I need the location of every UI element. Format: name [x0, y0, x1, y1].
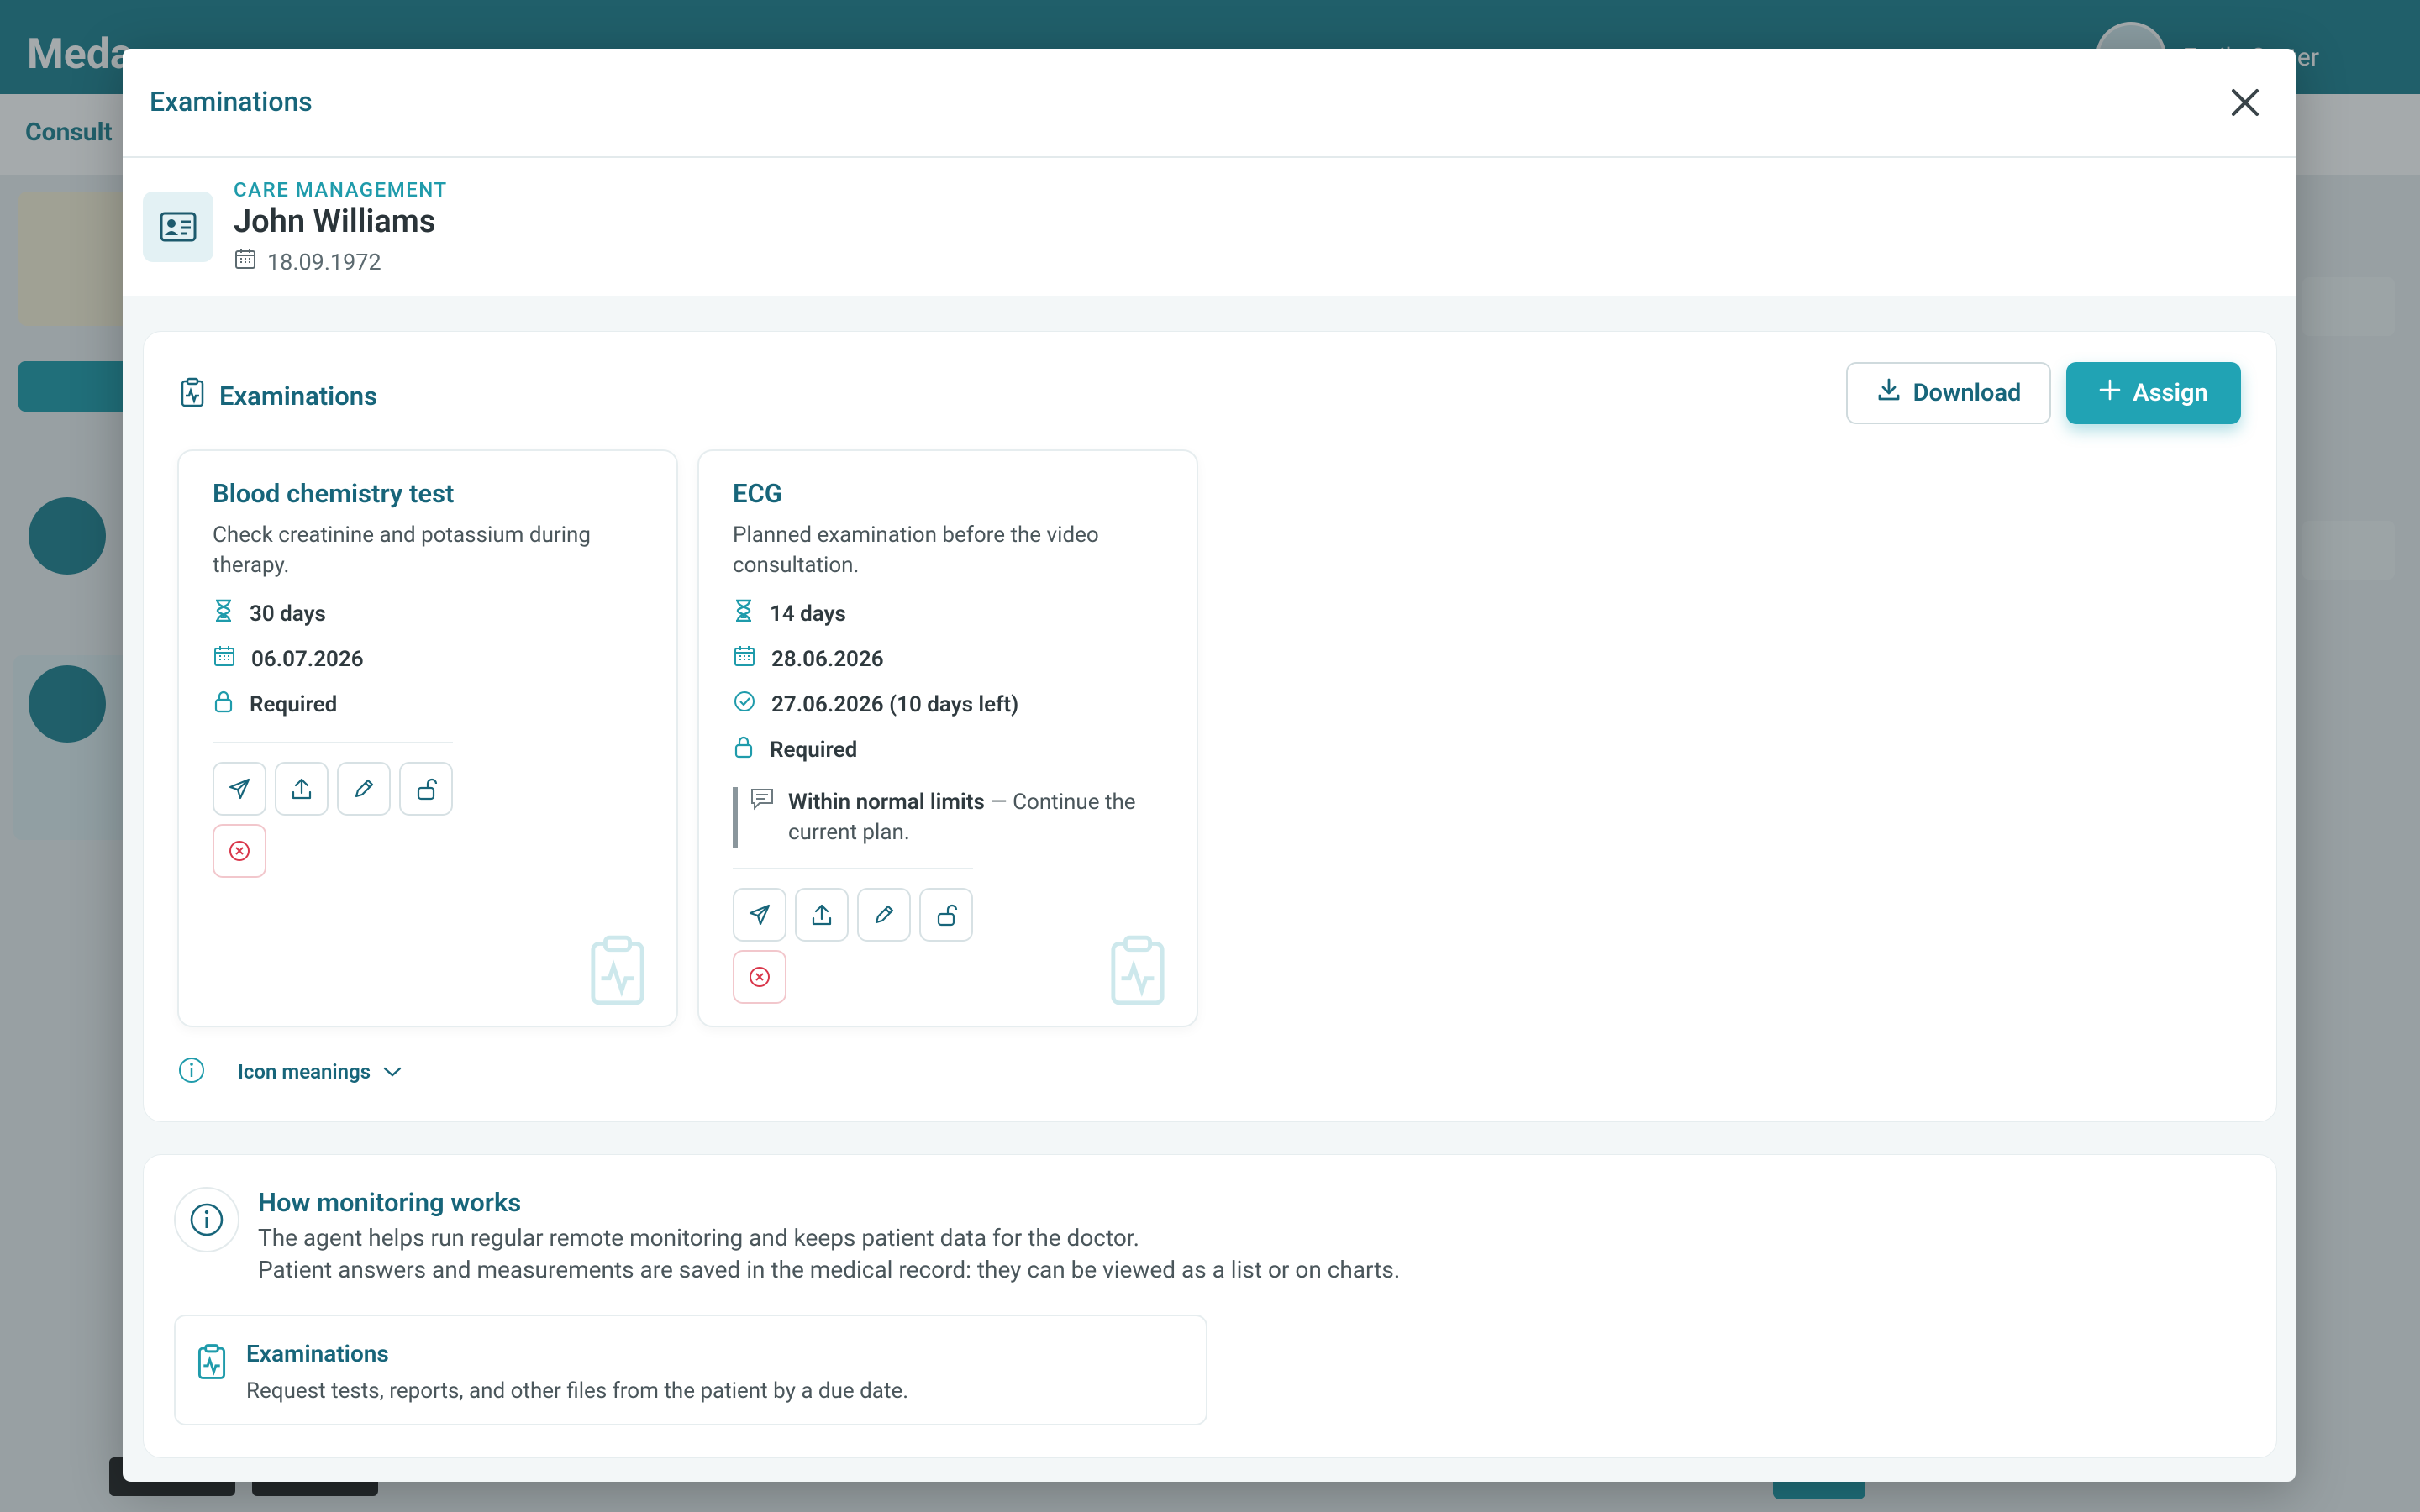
- exam-card-ecg[interactable]: ECG Planned examination before the video…: [697, 449, 1198, 1027]
- unlock-icon[interactable]: [399, 762, 453, 816]
- exam-completed: 27.06.2026 (10 days left): [733, 690, 1018, 719]
- exam-card-blood-chemistry[interactable]: Blood chemistry test Check creatinine an…: [177, 449, 678, 1027]
- exam-result-text: Within normal limits — Continue the curr…: [788, 787, 1158, 848]
- patient-name: John Williams: [234, 203, 436, 240]
- icon-legend: Icon meanings: [177, 1056, 402, 1088]
- exam-due-date: 28.06.2026: [733, 644, 884, 674]
- divider: [213, 742, 453, 743]
- assign-label: Assign: [2133, 379, 2208, 407]
- calendar-icon: [234, 247, 257, 276]
- exam-requirement-value: Required: [770, 737, 858, 763]
- cancel-icon[interactable]: [733, 950, 786, 1004]
- lock-icon: [213, 690, 234, 719]
- pencil-icon[interactable]: [857, 888, 911, 942]
- exam-description: Check creatinine and potassium during th…: [213, 522, 591, 578]
- upload-icon[interactable]: [795, 888, 849, 942]
- patient-kicker: CARE MANAGEMENT: [234, 178, 448, 202]
- icon-meanings-toggle[interactable]: Icon meanings: [238, 1060, 402, 1084]
- upload-icon[interactable]: [275, 762, 329, 816]
- lock-icon: [733, 735, 755, 764]
- exam-description: Planned examination before the video con…: [733, 522, 1099, 578]
- exam-title: ECG: [733, 478, 782, 509]
- download-button[interactable]: Download: [1846, 362, 2051, 424]
- hourglass-icon: [213, 599, 234, 628]
- exam-duration: 14 days: [733, 599, 846, 628]
- how-monitoring-section: How monitoring works The agent helps run…: [143, 1154, 2277, 1458]
- patient-dob-value: 18.09.1972: [267, 248, 381, 276]
- unlock-icon[interactable]: [919, 888, 973, 942]
- download-label: Download: [1912, 379, 2022, 407]
- exam-completed-value: 27.06.2026 (10 days left): [771, 691, 1019, 717]
- exam-result-note: Within normal limits — Continue the curr…: [733, 787, 1186, 848]
- how-feature-card: Examinations Request tests, reports, and…: [174, 1315, 1207, 1425]
- exam-due-date: 06.07.2026: [213, 644, 364, 674]
- exam-actions: [733, 888, 1002, 1004]
- examinations-modal: Examinations CARE MANAGEMENT John Willia…: [123, 49, 2296, 1482]
- close-icon[interactable]: [2225, 82, 2265, 123]
- section-heading: Examinations: [181, 377, 377, 414]
- check-circle-icon: [733, 690, 756, 719]
- exam-duration: 30 days: [213, 599, 326, 628]
- modal-title: Examinations: [150, 86, 313, 118]
- exam-duration-value: 30 days: [250, 601, 326, 627]
- send-icon[interactable]: [213, 762, 266, 816]
- divider: [733, 868, 973, 869]
- how-description: Patient answers and measurements are sav…: [258, 1256, 1401, 1284]
- plus-icon: [2099, 379, 2121, 407]
- info-icon: [174, 1187, 239, 1252]
- feature-title: Examinations: [246, 1340, 389, 1368]
- cancel-icon[interactable]: [213, 824, 266, 878]
- pencil-icon[interactable]: [337, 762, 391, 816]
- icon-meanings-label: Icon meanings: [238, 1060, 371, 1084]
- clipboard-pulse-icon: [589, 933, 646, 1011]
- section-title: Examinations: [219, 380, 378, 412]
- how-description: The agent helps run regular remote monit…: [258, 1224, 1139, 1252]
- patient-header: CARE MANAGEMENT John Williams 18.09.1972: [123, 158, 2296, 296]
- comment-icon: [750, 787, 775, 848]
- examinations-section: Examinations Download Assign Blood chemi…: [143, 331, 2277, 1122]
- exam-due-date-value: 06.07.2026: [251, 646, 364, 672]
- assign-button[interactable]: Assign: [2066, 362, 2241, 424]
- calendar-icon: [213, 644, 236, 674]
- exam-actions: [213, 762, 481, 878]
- send-icon[interactable]: [733, 888, 786, 942]
- clipboard-pulse-icon: [1109, 933, 1166, 1011]
- clipboard-pulse-icon: [197, 1343, 226, 1383]
- download-icon: [1876, 377, 1902, 409]
- clipboard-pulse-icon: [181, 377, 204, 414]
- hourglass-icon: [733, 599, 755, 628]
- exam-requirement: Required: [733, 735, 857, 764]
- id-card-icon: [143, 192, 213, 262]
- exam-requirement-value: Required: [250, 691, 338, 717]
- chevron-down-icon: [382, 1060, 402, 1084]
- calendar-icon: [733, 644, 756, 674]
- feature-description: Request tests, reports, and other files …: [246, 1378, 909, 1404]
- modal-header: Examinations: [123, 49, 2296, 158]
- info-icon: [177, 1056, 206, 1088]
- exam-requirement: Required: [213, 690, 337, 719]
- how-title: How monitoring works: [258, 1187, 522, 1218]
- patient-dob: 18.09.1972: [234, 247, 381, 276]
- exam-result-label: Within normal limits: [788, 790, 985, 815]
- exam-title: Blood chemistry test: [213, 478, 455, 509]
- exam-duration-value: 14 days: [770, 601, 846, 627]
- exam-due-date-value: 28.06.2026: [771, 646, 884, 672]
